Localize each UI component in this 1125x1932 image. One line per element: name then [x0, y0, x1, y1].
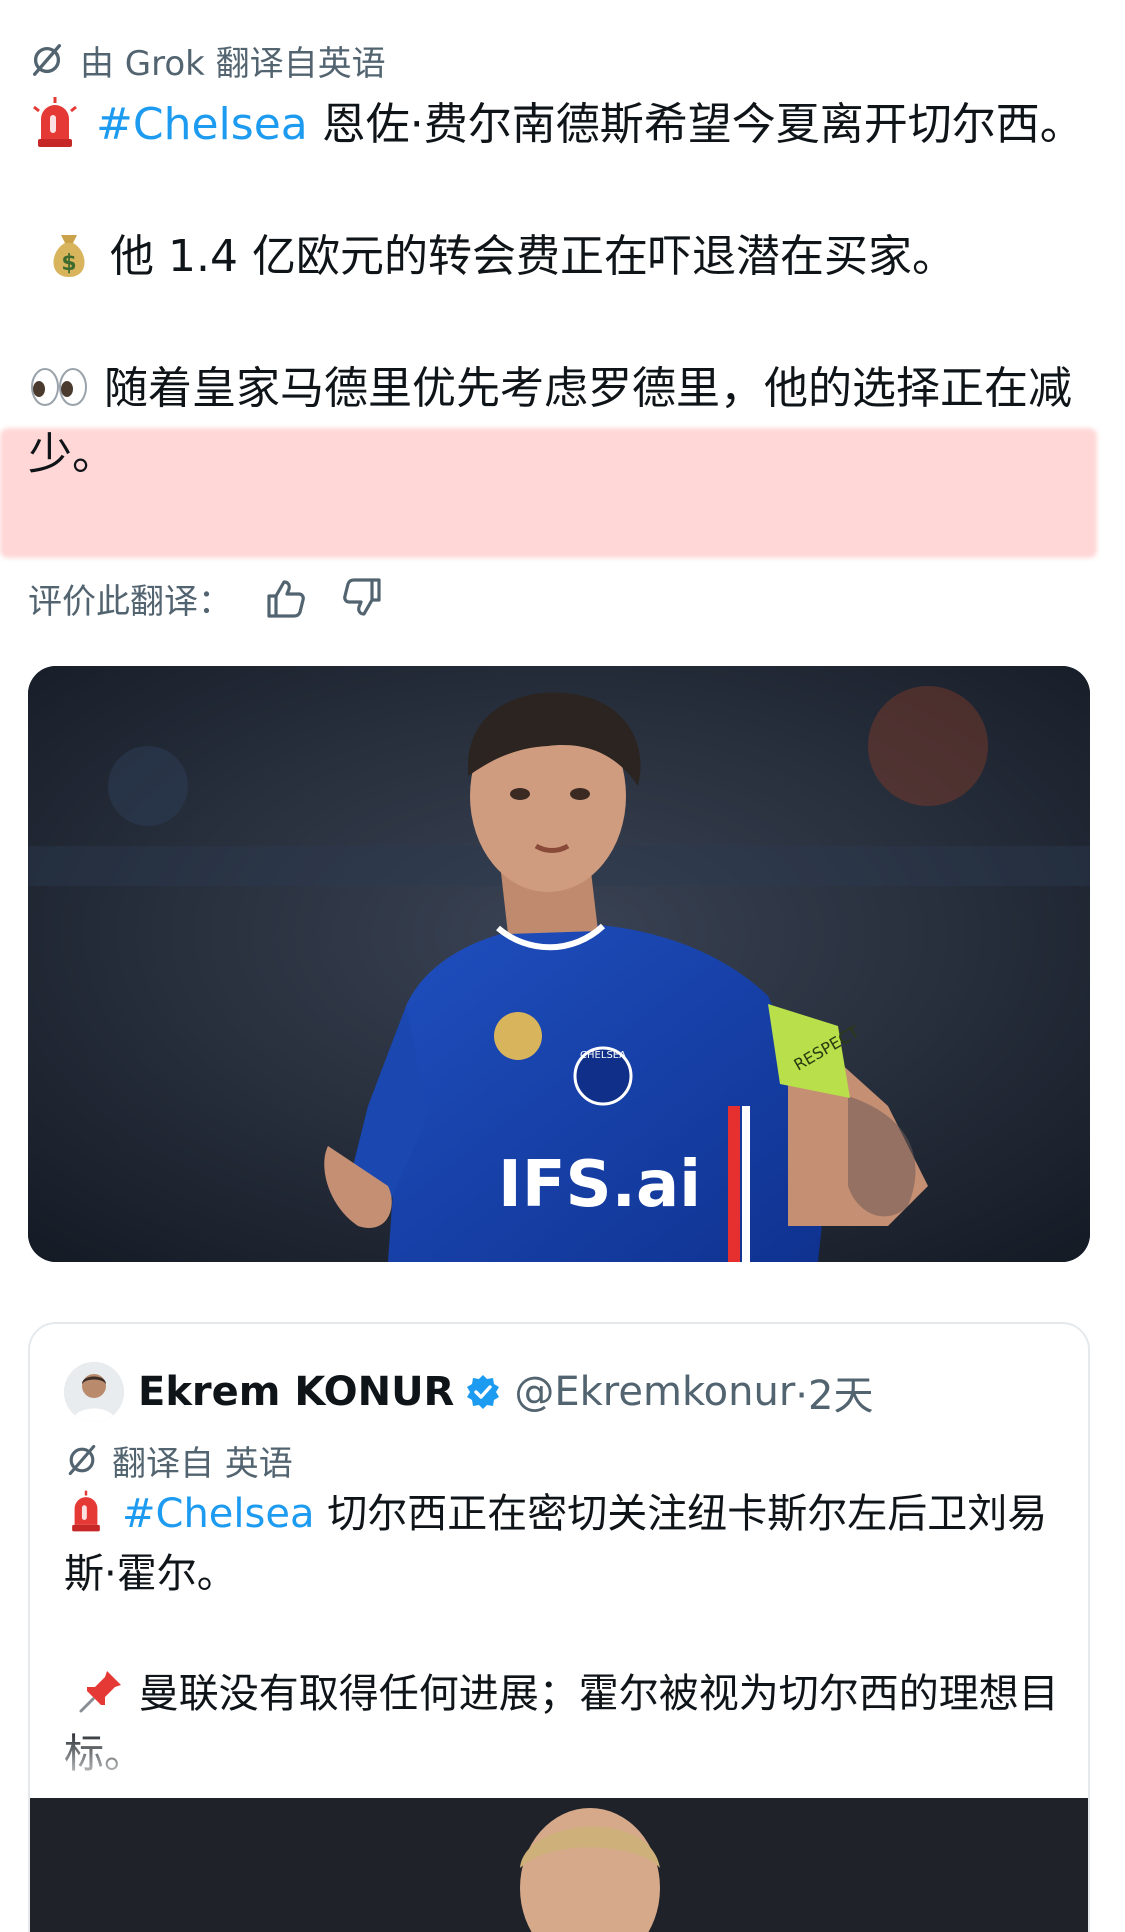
rate-translation-row: 评价此翻译：: [28, 572, 388, 624]
money-bag-icon: $: [42, 227, 96, 281]
jersey-sponsor-text: IFS.ai: [498, 1148, 701, 1222]
post-text: #Chelsea 恩佐·费尔南德斯希望今夏离开切尔西。 $ 他 1.4 亿欧元的…: [28, 92, 1098, 488]
siren-icon: [28, 95, 82, 149]
quoted-post-image[interactable]: [30, 1798, 1088, 1932]
quoted-post-time: ·2天: [795, 1373, 874, 1419]
club-crest-text: CHELSEA: [580, 1050, 626, 1061]
pushpin-icon: [77, 1667, 125, 1715]
player-photo: RESPECT CHELSEA IFS.ai: [28, 666, 1090, 1262]
post-line-1: #Chelsea 恩佐·费尔南德斯希望今夏离开切尔西。: [28, 92, 1098, 158]
quoted-hashtag-chelsea-link[interactable]: #Chelsea: [122, 1491, 314, 1537]
post-line-2: $ 他 1.4 亿欧元的转会费正在吓退潜在买家。: [28, 224, 1098, 290]
quoted-translation-label: 翻译自 英语: [112, 1443, 293, 1484]
quoted-post-card[interactable]: Ekrem KONUR @Ekremkonur ·2天 翻译自 英语 #Chel…: [28, 1322, 1090, 1932]
translation-notice-text: 由 Grok 翻译自英语: [80, 43, 386, 84]
quoted-post-header: Ekrem KONUR @Ekremkonur ·2天: [64, 1360, 873, 1424]
verified-badge-icon: [467, 1375, 500, 1409]
avatar[interactable]: [64, 1362, 124, 1422]
post-line-3: 随着皇家马德里优先考虑罗德里，他的选择正在减少。: [28, 356, 1098, 488]
eyes-icon: [28, 359, 90, 413]
quoted-author-name[interactable]: Ekrem KONUR: [138, 1369, 454, 1415]
post-line-2-text: 他 1.4 亿欧元的转会费正在吓退潜在买家。: [110, 231, 956, 282]
svg-text:$: $: [61, 251, 76, 276]
rate-translation-label: 评价此翻译：: [28, 581, 232, 622]
quoted-line-1: #Chelsea 切尔西正在密切关注纽卡斯尔左后卫刘易斯·霍尔。: [64, 1484, 1064, 1604]
grok-icon: [32, 44, 62, 76]
translation-notice: 由 Grok 翻译自英语: [28, 38, 386, 84]
grok-icon: [68, 1444, 96, 1476]
post-image[interactable]: RESPECT CHELSEA IFS.ai: [28, 666, 1090, 1262]
post-line-1-text: 恩佐·费尔南德斯希望今夏离开切尔西。: [307, 99, 1084, 150]
siren-icon: [64, 1489, 108, 1533]
thumbs-up-icon[interactable]: [260, 573, 310, 623]
hashtag-chelsea-link[interactable]: #Chelsea: [96, 99, 308, 150]
quoted-translation-notice: 翻译自 英语: [64, 1438, 293, 1484]
quoted-author-handle[interactable]: @Ekremkonur: [514, 1369, 795, 1415]
text-fade: [30, 1724, 1088, 1794]
post-line-3-text: 随着皇家马德里优先考虑罗德里，他的选择正在减少。: [28, 363, 1072, 480]
thumbs-down-icon[interactable]: [338, 573, 388, 623]
